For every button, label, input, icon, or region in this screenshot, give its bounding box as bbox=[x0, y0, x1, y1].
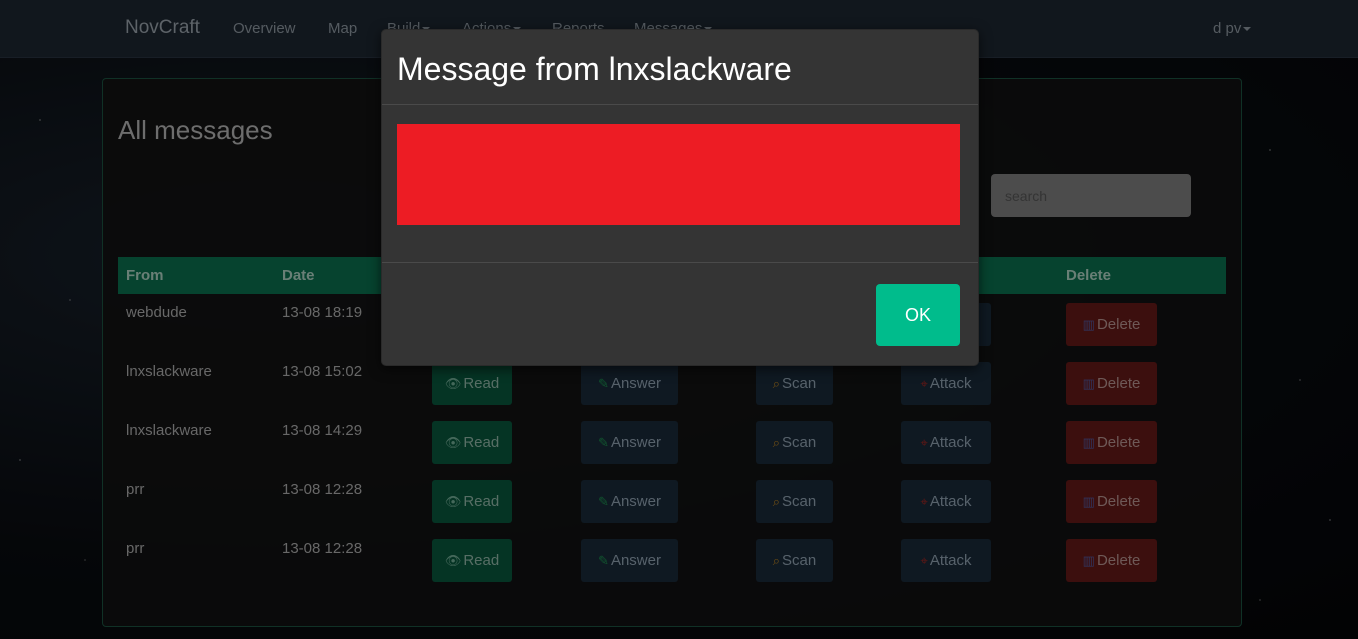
modal-title: Message from lnxslackware bbox=[397, 51, 792, 87]
modal-header-divider bbox=[382, 104, 978, 105]
message-modal: Message from lnxslackware OK bbox=[381, 29, 979, 366]
ok-button[interactable]: OK bbox=[876, 284, 960, 346]
message-body-block bbox=[397, 124, 960, 225]
modal-footer-divider bbox=[382, 262, 978, 263]
